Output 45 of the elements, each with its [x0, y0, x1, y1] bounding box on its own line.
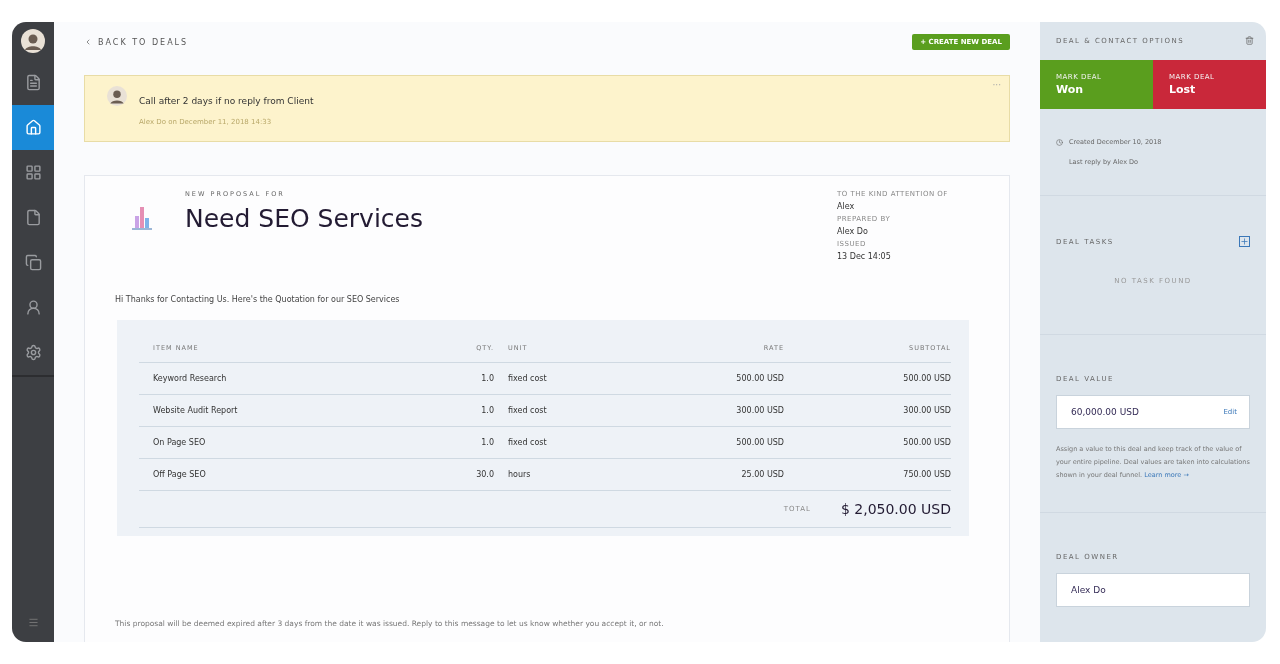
chevron-left-icon — [84, 38, 92, 46]
clock-icon — [1056, 138, 1063, 146]
grid-icon — [24, 164, 42, 181]
table-cell-text: Keyword Research — [152, 374, 228, 383]
total-amount: $ 2,050.00 USD — [840, 501, 951, 517]
table-cell-text: 1.0 — [480, 438, 494, 447]
back-link[interactable]: BACK TO DEALS — [84, 37, 189, 47]
deal-owner-field[interactable]: Alex Do — [1056, 573, 1250, 608]
table-cell-text: hours — [507, 470, 532, 479]
settings-icon — [24, 344, 42, 361]
trash-icon[interactable] — [1245, 36, 1254, 46]
document-icon — [24, 209, 42, 226]
table-cell-text: Off Page SEO — [152, 470, 207, 479]
greeting-text: Hi Thanks for Contacting Us. Here's the Quotation for our SEO Services — [115, 295, 401, 304]
table-cell-text: 30.0 — [475, 470, 494, 479]
avatar — [21, 29, 45, 53]
add-icon[interactable] — [1239, 236, 1250, 248]
avatar — [107, 86, 127, 106]
user-icon — [24, 299, 42, 316]
table-cell-text: Website Audit Report — [152, 406, 239, 415]
table-cell-text: fixed cost — [507, 406, 548, 415]
table-cell-text: 300.00 USD — [735, 406, 784, 415]
copy-icon — [24, 254, 42, 271]
table-cell-text: fixed cost — [507, 374, 548, 383]
table-cell-text: 25.00 USD — [740, 470, 784, 479]
table-cell-text: 500.00 USD — [902, 374, 951, 383]
notes-icon — [24, 74, 42, 91]
detail-value: 13 Dec 14:05 — [837, 252, 892, 261]
table-cell-text: 750.00 USD — [902, 470, 951, 479]
note-text: Call after 2 days if no reply from Client — [139, 96, 314, 106]
detail-value: Alex Do — [837, 227, 869, 236]
menu-icon[interactable] — [27, 616, 39, 628]
table-cell-text: On Page SEO — [152, 438, 207, 447]
chart-logo-icon — [131, 204, 153, 232]
sidebar-item[interactable] — [12, 105, 54, 150]
table-cell-text: 500.00 USD — [902, 438, 951, 447]
table-cell-text: fixed cost — [507, 438, 548, 447]
table-cell-text: 500.00 USD — [735, 438, 784, 447]
detail-value: Alex — [837, 202, 856, 211]
table-cell-text: 500.00 USD — [735, 374, 784, 383]
table-cell-text: 1.0 — [480, 374, 494, 383]
table-cell-text: 1.0 — [480, 406, 494, 415]
home-icon — [24, 119, 42, 136]
table-cell-text: 300.00 USD — [902, 406, 951, 415]
proposal-title: Need SEO Services — [185, 204, 423, 233]
